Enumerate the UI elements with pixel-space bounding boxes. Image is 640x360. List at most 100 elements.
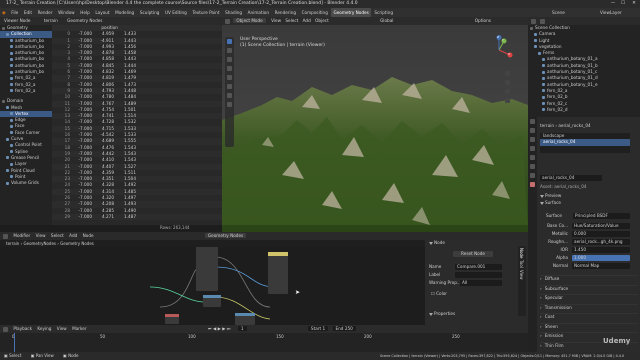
3d-viewport[interactable]: User Perspective (1) Scene Collection | … <box>222 25 528 232</box>
warning-dropdown[interactable]: All <box>460 280 502 287</box>
tab-node[interactable]: Node <box>519 248 524 258</box>
material-subpanel[interactable]: › Subsurface <box>540 284 638 295</box>
viewer-node-label[interactable]: Viewer Node <box>4 18 31 23</box>
ws-uv[interactable]: UV Editing <box>163 8 189 17</box>
material-subpanel[interactable]: › Sheen <box>540 322 638 333</box>
ws-rendering[interactable]: Rendering <box>273 8 298 17</box>
menu-edit[interactable]: Edit <box>22 8 34 17</box>
object-tab-icon[interactable] <box>530 164 535 169</box>
end-frame[interactable]: End 250 <box>332 326 356 331</box>
node-group-a[interactable] <box>196 247 218 291</box>
surface-section[interactable]: Surface <box>540 200 561 206</box>
material-prop-value[interactable]: Normal Map <box>572 263 630 270</box>
pan-icon[interactable] <box>505 80 510 85</box>
current-frame[interactable]: 1 <box>237 326 247 331</box>
ws-scripting[interactable]: Scripting <box>372 8 395 17</box>
outliner-item[interactable]: fern_02_d <box>528 107 640 113</box>
maximize-icon[interactable]: ☐ <box>618 0 628 8</box>
object-crumb[interactable]: terrain <box>44 18 58 23</box>
node-editor-type-icon[interactable] <box>3 233 8 239</box>
next-key-icon[interactable]: ▶ <box>222 326 225 331</box>
ortho-toggle-icon[interactable] <box>505 98 510 103</box>
ws-texture[interactable]: Texture Paint <box>190 8 221 17</box>
modifier-tab-icon[interactable] <box>530 173 535 178</box>
material-prop-value[interactable]: 0.000 <box>572 231 630 238</box>
blender-logo-icon[interactable]: ◉ <box>0 8 8 17</box>
move-tool-icon[interactable] <box>227 57 232 62</box>
node-tree-selector[interactable]: Geometry Nodes <box>204 233 247 238</box>
crumb-tree[interactable]: Geometry Nodes <box>60 241 94 246</box>
scene-selector[interactable]: Scene <box>550 8 567 17</box>
playhead[interactable] <box>14 333 15 352</box>
start-frame[interactable]: Start 1 <box>307 326 329 331</box>
node-input[interactable] <box>165 314 179 324</box>
ws-animation[interactable]: Animation <box>246 8 271 17</box>
material-subpanel[interactable]: › Transmission <box>540 303 638 314</box>
crumb-geonodes[interactable]: GeometryNodes <box>24 241 56 246</box>
material-prop-value[interactable]: 1.450 <box>572 247 630 254</box>
node-label-field[interactable] <box>455 272 502 279</box>
menu-help[interactable]: Help <box>78 8 92 17</box>
properties-section[interactable]: Properties <box>429 311 455 317</box>
ws-geometry-nodes[interactable]: Geometry Nodes <box>331 8 371 17</box>
camera-view-icon[interactable] <box>505 89 510 94</box>
mode-dropdown[interactable]: Object Mode <box>233 18 266 23</box>
transform-tool-icon[interactable] <box>227 84 232 89</box>
annotate-tool-icon[interactable] <box>227 93 232 98</box>
select-tool-icon[interactable] <box>227 39 232 44</box>
rotate-tool-icon[interactable] <box>227 66 232 71</box>
menu-file[interactable]: File <box>9 8 20 17</box>
crumb-terrain[interactable]: terrain <box>6 241 19 246</box>
domain-tree-item[interactable]: Volume Grids <box>0 180 52 186</box>
ws-modeling[interactable]: Modeling <box>113 8 136 17</box>
color-toggle[interactable]: ☐ Color <box>431 291 447 297</box>
node-compare[interactable] <box>268 252 288 294</box>
tab-tool[interactable]: Tool <box>519 260 524 268</box>
jump-start-icon[interactable]: ⏮ <box>208 326 212 331</box>
menu-keying[interactable]: Keying <box>37 326 51 331</box>
menu-marker[interactable]: Marker <box>72 326 86 331</box>
scene-tab-icon[interactable] <box>530 146 535 151</box>
editor-type-icon[interactable] <box>225 18 230 24</box>
options-dropdown[interactable]: Options <box>475 18 491 23</box>
material-tab-icon[interactable] <box>530 182 535 187</box>
ws-shading[interactable]: Shading <box>223 8 244 17</box>
menu-window[interactable]: Window <box>56 8 77 17</box>
timeline-track[interactable]: 0 50 100 150 200 250 <box>0 333 528 352</box>
menu-node[interactable]: Node <box>83 233 94 238</box>
material-prop-value[interactable]: aerial_rock...gh_4k.png <box>572 239 630 246</box>
tool-tab-icon[interactable] <box>530 119 535 124</box>
ws-layout[interactable]: Layout <box>93 8 111 17</box>
material-subpanel[interactable]: › Coat <box>540 313 638 323</box>
menu-render[interactable]: Render <box>36 8 55 17</box>
material-prop-value[interactable]: Hue/Saturation/Value <box>572 223 630 230</box>
menu-node-select[interactable]: Select <box>51 233 64 238</box>
node-section[interactable]: Node <box>425 240 528 246</box>
measure-tool-icon[interactable] <box>227 102 232 107</box>
menu-object[interactable]: Object <box>315 18 329 23</box>
slot-aerial-rocks[interactable]: aerial_rocks_04 <box>540 139 630 146</box>
material-name-field[interactable]: aerial_rocks_04 <box>540 175 602 182</box>
render-tab-icon[interactable] <box>530 128 535 133</box>
jump-end-icon[interactable]: ⏭ <box>227 326 231 331</box>
surface-shader-field[interactable]: Principled BSDF <box>573 213 630 220</box>
modifier-crumb[interactable]: Geometry Nodes <box>67 18 102 23</box>
node-output[interactable] <box>235 313 255 325</box>
menu-modifier[interactable]: Modifier <box>13 233 30 238</box>
node-math[interactable] <box>203 295 221 307</box>
menu-playback[interactable]: Playback <box>13 326 32 331</box>
timeline-type-icon[interactable] <box>3 326 8 332</box>
close-icon[interactable]: ✕ <box>629 0 639 8</box>
menu-select[interactable]: Select <box>285 18 298 23</box>
menu-timeline-view[interactable]: View <box>57 326 67 331</box>
scale-tool-icon[interactable] <box>227 75 232 80</box>
column-position[interactable]: position <box>101 25 118 30</box>
menu-node-view[interactable]: View <box>36 233 46 238</box>
material-subpanel[interactable]: › Diffuse <box>540 275 638 285</box>
menu-add[interactable]: Add <box>303 18 311 23</box>
filter-icon[interactable] <box>540 18 546 24</box>
preview-section[interactable]: Preview <box>540 193 561 199</box>
material-subpanel[interactable]: › Specular <box>540 294 638 304</box>
prev-key-icon[interactable]: ◀ <box>213 326 216 331</box>
viewlayer-selector[interactable]: ViewLayer <box>598 8 624 17</box>
